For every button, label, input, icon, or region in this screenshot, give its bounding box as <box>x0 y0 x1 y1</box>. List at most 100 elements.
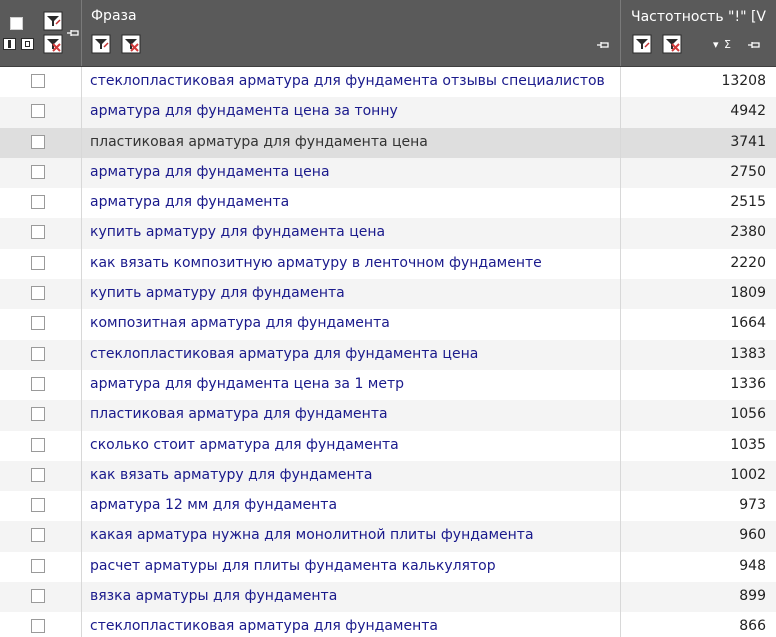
row-checkbox[interactable] <box>31 407 45 422</box>
filter-edit-icon[interactable] <box>91 34 111 54</box>
phrase-link[interactable]: расчет арматуры для плиты фундамента кал… <box>90 558 496 574</box>
filter-edit-icon[interactable] <box>632 34 652 54</box>
frequency-cell: 1809 <box>621 279 776 309</box>
uncheck-mode-icon[interactable] <box>21 38 34 50</box>
row-checkbox[interactable] <box>31 104 45 119</box>
table-row[interactable]: вязка арматуры для фундамента 899 <box>0 582 776 613</box>
row-checkbox[interactable] <box>31 346 45 361</box>
filter-edit-icon[interactable] <box>43 11 63 31</box>
phrase-link[interactable]: какая арматура нужна для монолитной плит… <box>90 527 534 543</box>
phrase-cell: арматура для фундамента цена <box>82 157 621 189</box>
phrase-link[interactable]: арматура для фундамента <box>90 194 289 210</box>
table-row[interactable]: арматура 12 мм для фундамента 973 <box>0 491 776 522</box>
grid-body: стеклопластиковая арматура для фундамент… <box>0 67 776 637</box>
table-row[interactable]: как вязать композитную арматуру в ленточ… <box>0 248 776 280</box>
row-checkbox[interactable] <box>31 558 45 573</box>
sort-sum-icon[interactable]: ▾ Σ <box>713 38 732 51</box>
phrase-link[interactable]: арматура для фундамента цена за тонну <box>90 103 398 119</box>
row-checkbox[interactable] <box>31 467 45 482</box>
row-checkbox[interactable] <box>31 589 45 604</box>
pin-icon[interactable] <box>66 28 80 38</box>
phrase-cell: арматура для фундамента <box>82 188 621 219</box>
row-checkbox[interactable] <box>31 225 45 240</box>
frequency-value: 1664 <box>730 315 766 332</box>
row-checkbox[interactable] <box>31 316 45 331</box>
frequency-value: 1035 <box>730 436 766 453</box>
frequency-value: 948 <box>739 557 766 574</box>
phrase-link[interactable]: сколько стоит арматура для фундамента <box>90 437 399 453</box>
frequency-value: 1056 <box>730 406 766 423</box>
row-check-cell <box>0 369 82 401</box>
phrase-link[interactable]: стеклопластиковая арматура для фундамент… <box>90 346 478 362</box>
row-checkbox[interactable] <box>31 134 45 149</box>
table-row[interactable]: как вязать арматуру для фундамента 1002 <box>0 460 776 492</box>
header-frequency-column[interactable]: Частотность "!" [V ▾ Σ <box>621 0 776 66</box>
row-checkbox[interactable] <box>31 619 45 634</box>
select-all-checkbox[interactable] <box>10 17 23 30</box>
phrase-link[interactable]: композитная арматура для фундамента <box>90 315 390 331</box>
row-checkbox[interactable] <box>31 437 45 452</box>
frequency-value: 973 <box>739 497 766 514</box>
frequency-value: 2380 <box>730 224 766 241</box>
row-check-cell <box>0 127 82 158</box>
table-row[interactable]: стеклопластиковая арматура для фундамент… <box>0 612 776 637</box>
phrase-column-title: Фраза <box>91 8 137 24</box>
phrase-link[interactable]: стеклопластиковая арматура для фундамент… <box>90 618 438 634</box>
frequency-cell: 1056 <box>621 400 776 430</box>
table-row[interactable]: какая арматура нужна для монолитной плит… <box>0 521 776 552</box>
phrase-cell: стеклопластиковая арматура для фундамент… <box>82 67 621 98</box>
table-row[interactable]: стеклопластиковая арматура для фундамент… <box>0 67 776 98</box>
table-row[interactable]: арматура для фундамента цена за тонну 494… <box>0 97 776 128</box>
filter-clear-icon[interactable] <box>43 34 63 54</box>
phrase-cell: купить арматуру для фундамента <box>82 279 621 310</box>
phrase-link[interactable]: пластиковая арматура для фундамента цена <box>90 134 428 150</box>
row-checkbox[interactable] <box>31 376 45 391</box>
phrase-link[interactable]: пластиковая арматура для фундамента <box>90 406 388 422</box>
phrase-cell: арматура для фундамента цена за тонну <box>82 97 621 128</box>
check-mode-icon[interactable] <box>3 38 16 50</box>
row-checkbox[interactable] <box>31 255 45 270</box>
phrase-link[interactable]: как вязать арматуру для фундамента <box>90 467 372 483</box>
row-checkbox[interactable] <box>31 286 45 301</box>
phrase-link[interactable]: стеклопластиковая арматура для фундамент… <box>90 73 605 89</box>
phrase-link[interactable]: как вязать композитную арматуру в ленточ… <box>90 255 542 271</box>
row-check-cell <box>0 248 82 280</box>
phrase-cell: вязка арматуры для фундамента <box>82 582 621 613</box>
row-check-cell <box>0 582 82 613</box>
table-row[interactable]: сколько стоит арматура для фундамента 103… <box>0 430 776 461</box>
table-row[interactable]: купить арматуру для фундамента цена 2380 <box>0 218 776 249</box>
phrase-link[interactable]: арматура для фундамента цена за 1 метр <box>90 376 404 392</box>
table-row[interactable]: арматура для фундамента цена за 1 метр 13… <box>0 369 776 401</box>
row-checkbox[interactable] <box>31 528 45 543</box>
phrase-cell: арматура для фундамента цена за 1 метр <box>82 369 621 401</box>
table-row[interactable]: купить арматуру для фундамента 1809 <box>0 279 776 310</box>
pin-icon[interactable] <box>596 40 610 50</box>
filter-clear-icon[interactable] <box>121 34 141 54</box>
filter-clear-icon[interactable] <box>662 34 682 54</box>
frequency-value: 2515 <box>730 194 766 211</box>
phrase-link[interactable]: купить арматуру для фундамента цена <box>90 224 385 240</box>
table-row[interactable]: стеклопластиковая арматура для фундамент… <box>0 339 776 370</box>
phrase-cell: пластиковая арматура для фундамента <box>82 400 621 431</box>
table-row[interactable]: пластиковая арматура для фундамента цена… <box>0 127 776 158</box>
phrase-link[interactable]: арматура для фундамента цена <box>90 164 330 180</box>
table-row[interactable]: арматура для фундамента цена 2750 <box>0 157 776 189</box>
phrase-link[interactable]: купить арматуру для фундамента <box>90 285 345 301</box>
phrase-link[interactable]: вязка арматуры для фундамента <box>90 588 337 604</box>
row-checkbox[interactable] <box>31 74 45 88</box>
table-row[interactable]: расчет арматуры для плиты фундамента кал… <box>0 551 776 583</box>
row-checkbox[interactable] <box>31 195 45 210</box>
frequency-value: 899 <box>739 588 766 605</box>
row-checkbox[interactable] <box>31 498 45 513</box>
row-check-cell <box>0 339 82 370</box>
table-row[interactable]: композитная арматура для фундамента 1664 <box>0 309 776 340</box>
table-row[interactable]: пластиковая арматура для фундамента 1056 <box>0 400 776 431</box>
frequency-value: 1383 <box>730 345 766 362</box>
pin-icon[interactable] <box>747 40 761 50</box>
row-checkbox[interactable] <box>31 164 45 179</box>
frequency-cell: 2380 <box>621 218 776 248</box>
table-row[interactable]: арматура для фундамента 2515 <box>0 188 776 219</box>
header-phrase-column[interactable]: Фраза <box>82 0 621 66</box>
phrase-link[interactable]: арматура 12 мм для фундамента <box>90 497 337 513</box>
row-check-cell <box>0 491 82 522</box>
